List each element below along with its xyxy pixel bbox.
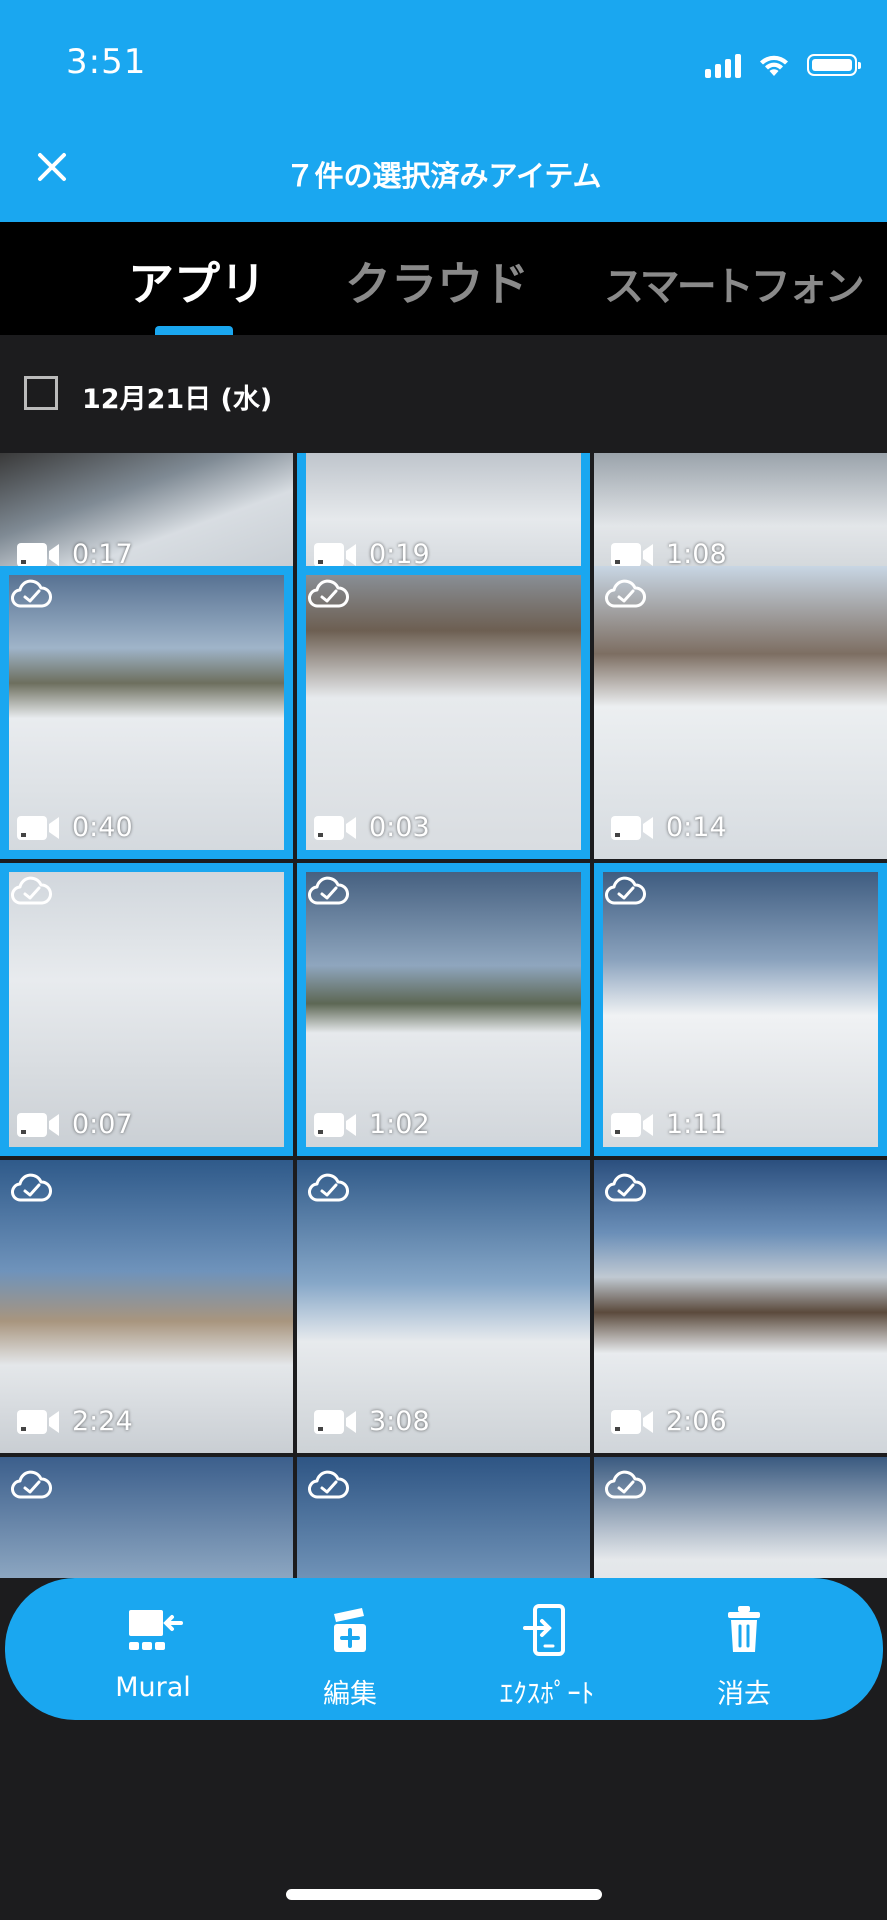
status-bar: 3:51 (0, 0, 887, 125)
video-camera-icon (314, 1409, 356, 1434)
export-icon (523, 1604, 565, 1656)
media-tile[interactable]: 0:14 (594, 566, 887, 859)
media-grid: 0:17 0:19 1:08 0:40 0:03 0:14 0:07 1:02 1:11 2:24… (0, 453, 887, 1578)
edit-icon (334, 1608, 366, 1652)
cloud-synced-icon (308, 579, 349, 608)
delete-label: 消去 (717, 1679, 771, 1710)
media-tile[interactable]: 3:08 (297, 1160, 590, 1453)
active-tab-indicator (155, 326, 233, 335)
media-tile[interactable] (297, 1457, 590, 1578)
source-tabs: アプリ クラウド スマートフォン (0, 222, 887, 335)
video-camera-icon (314, 815, 356, 840)
cloud-synced-icon (11, 1173, 52, 1202)
cloud-synced-icon (308, 1173, 349, 1202)
video-duration-badge: 0:40 (16, 812, 133, 843)
trash-icon (728, 1606, 760, 1652)
selection-count-title: ７件の選択済みアイテム (285, 159, 602, 193)
cloud-synced-icon (605, 876, 646, 905)
delete-button[interactable]: 消去 (664, 1604, 824, 1711)
video-camera-icon (17, 542, 59, 567)
media-tile[interactable] (594, 1457, 887, 1578)
video-camera-icon (611, 1112, 653, 1137)
cloud-synced-icon (11, 1470, 52, 1499)
video-duration: 2:24 (72, 1406, 133, 1437)
home-indicator (286, 1889, 602, 1900)
tab-cloud[interactable]: クラウド (345, 248, 529, 314)
tab-apps[interactable]: アプリ (128, 248, 266, 314)
video-duration-badge: 0:07 (16, 1109, 133, 1140)
video-duration: 2:06 (666, 1406, 727, 1437)
cloud-synced-icon (605, 1173, 646, 1202)
video-camera-icon (314, 542, 356, 567)
edit-button[interactable]: 編集 (270, 1604, 430, 1711)
wifi-icon (760, 55, 788, 76)
video-duration-badge: 3:08 (313, 1406, 430, 1437)
video-camera-icon (611, 1409, 653, 1434)
video-duration-badge: 1:11 (610, 1109, 727, 1140)
select-date-checkbox[interactable] (24, 376, 58, 410)
tab-smartphone[interactable]: スマートフォン (604, 254, 865, 312)
video-duration-badge: 1:02 (313, 1109, 430, 1140)
video-duration-badge: 2:24 (16, 1406, 133, 1437)
media-tile[interactable]: 2:06 (594, 1160, 887, 1453)
cloud-synced-icon (605, 1470, 646, 1499)
edit-label: 編集 (323, 1679, 377, 1710)
video-duration-badge: 2:06 (610, 1406, 727, 1437)
video-camera-icon (17, 1112, 59, 1137)
media-tile[interactable]: 1:11 (594, 863, 887, 1156)
video-duration: 0:03 (369, 812, 430, 843)
video-camera-icon (611, 815, 653, 840)
media-tile[interactable]: 0:40 (0, 566, 293, 859)
status-time: 3:51 (66, 42, 147, 82)
cloud-synced-icon (308, 876, 349, 905)
video-duration: 1:02 (369, 1109, 430, 1140)
cellular-signal-icon (705, 52, 741, 78)
video-duration: 1:11 (666, 1109, 727, 1140)
cloud-synced-icon (605, 579, 646, 608)
cloud-synced-icon (11, 579, 52, 608)
video-camera-icon (611, 542, 653, 567)
media-tile[interactable]: 2:24 (0, 1160, 293, 1453)
video-camera-icon (314, 1112, 356, 1137)
mural-label: Mural (115, 1672, 191, 1703)
video-camera-icon (17, 815, 59, 840)
media-tile[interactable]: 0:07 (0, 863, 293, 1156)
video-duration: 0:14 (666, 812, 727, 843)
video-duration-badge: 0:14 (610, 812, 727, 843)
mural-button[interactable]: Mural (73, 1604, 233, 1703)
media-tile[interactable]: 0:03 (297, 566, 590, 859)
mural-icon (129, 1610, 183, 1650)
cloud-synced-icon (308, 1470, 349, 1499)
video-duration-badge: 0:03 (313, 812, 430, 843)
action-bar: Mural 編集 ｴｸｽﾎﾟｰﾄ 消去 (5, 1578, 883, 1720)
status-icons (705, 50, 861, 80)
export-button[interactable]: ｴｸｽﾎﾟｰﾄ (467, 1604, 627, 1711)
video-duration: 0:40 (72, 812, 133, 843)
video-camera-icon (17, 1409, 59, 1434)
date-label: 12月21日 (水) (82, 384, 273, 415)
media-tile[interactable] (0, 1457, 293, 1578)
export-label: ｴｸｽﾎﾟｰﾄ (499, 1679, 595, 1710)
media-tile[interactable]: 1:02 (297, 863, 590, 1156)
battery-icon (807, 54, 861, 76)
video-duration: 3:08 (369, 1406, 430, 1437)
video-duration: 0:07 (72, 1109, 133, 1140)
selection-header: ７件の選択済みアイテム (0, 125, 887, 222)
date-group-header: 12月21日 (水) (0, 335, 887, 453)
cloud-synced-icon (11, 876, 52, 905)
